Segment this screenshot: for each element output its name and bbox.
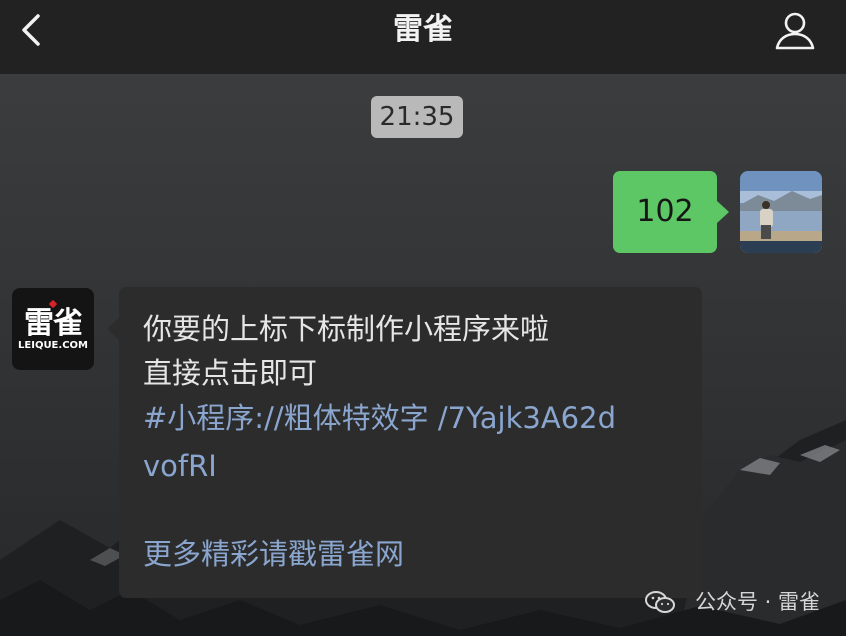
my-avatar[interactable] bbox=[740, 171, 822, 253]
watermark-label: 公众号 · 雷雀 bbox=[694, 590, 820, 614]
website-link[interactable]: 更多精彩请戳雷雀网 bbox=[143, 535, 404, 573]
avatar-photo bbox=[740, 171, 822, 253]
sender-avatar[interactable]: 雷雀 LEIQUE.COM bbox=[12, 288, 94, 370]
incoming-message-bubble[interactable]: 你要的上标下标制作小程序来啦 直接点击即可 #小程序://粗体特效字 /7Yaj… bbox=[107, 287, 702, 598]
mini-program-link[interactable]: #小程序://粗体特效字 /7Yajk3A62d bbox=[143, 399, 616, 437]
message-text-line: 你要的上标下标制作小程序来啦 bbox=[143, 312, 550, 346]
profile-button[interactable] bbox=[772, 8, 818, 54]
mini-program-link-continued[interactable]: vofRI bbox=[143, 447, 217, 485]
back-button[interactable] bbox=[10, 8, 54, 52]
top-navigation-bar: 雷雀 bbox=[0, 0, 846, 74]
chevron-left-icon bbox=[22, 14, 40, 46]
wechat-icon bbox=[645, 591, 675, 613]
chat-title: 雷雀 bbox=[393, 12, 453, 47]
message-text-line: 直接点击即可 bbox=[143, 356, 318, 390]
message-timestamp: 21:35 bbox=[371, 96, 463, 138]
logo-domain: LEIQUE.COM bbox=[18, 340, 88, 351]
outgoing-message-bubble[interactable]: 102 bbox=[613, 171, 729, 253]
person-icon bbox=[775, 12, 815, 50]
